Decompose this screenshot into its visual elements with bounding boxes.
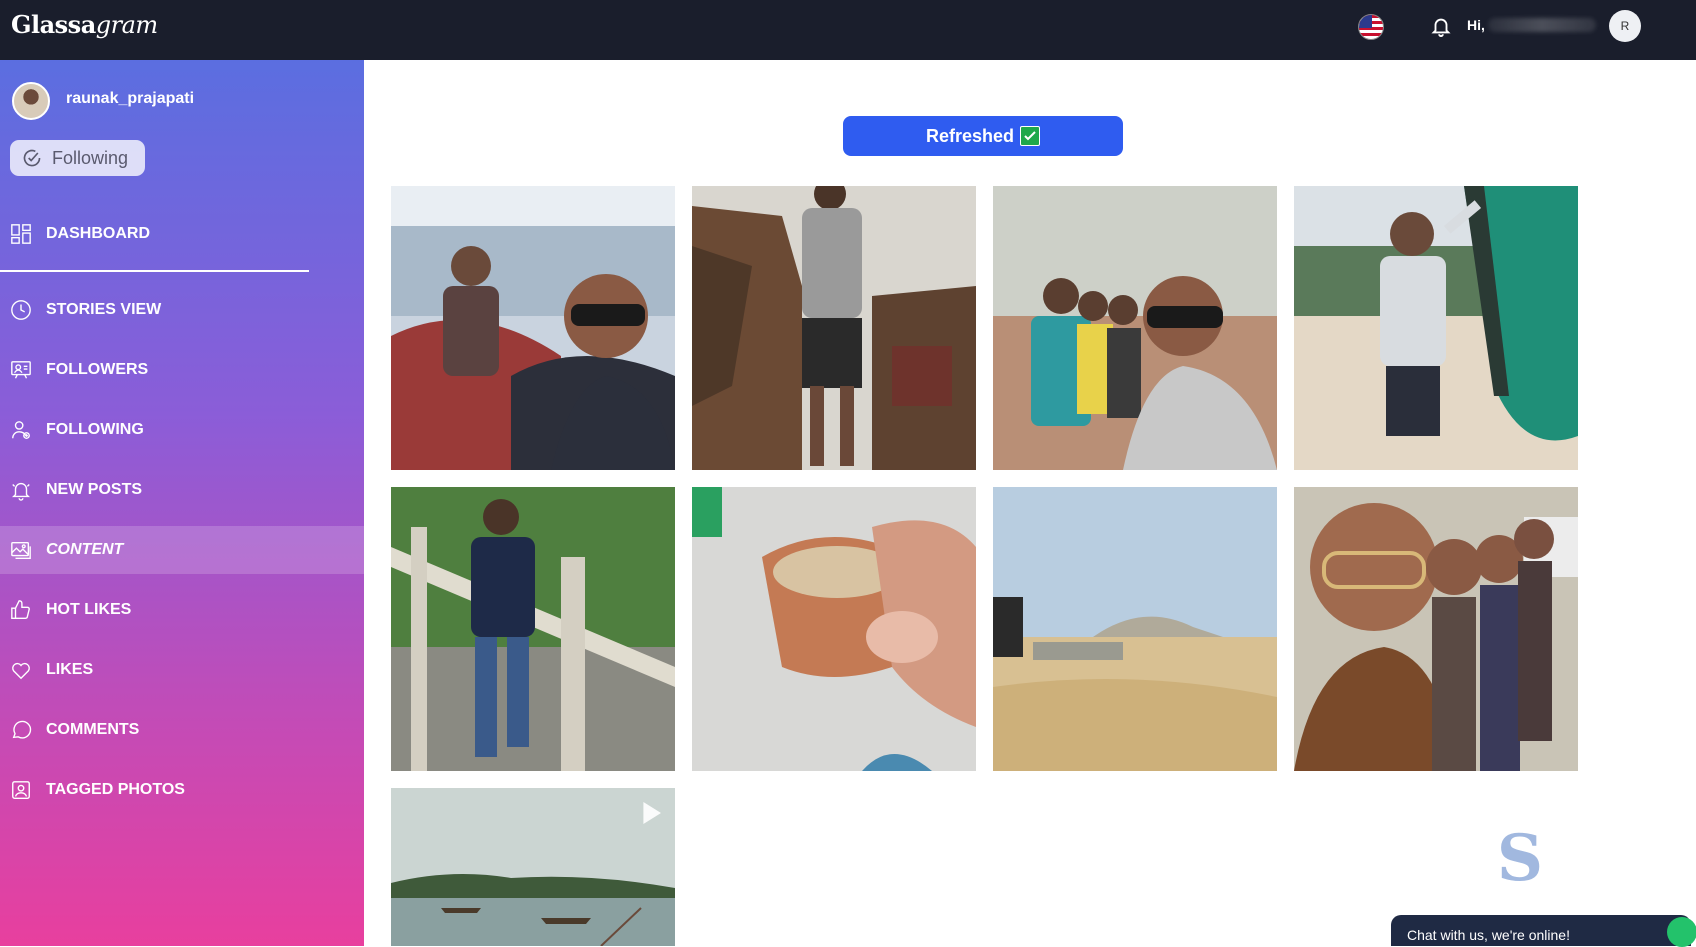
post-thumbnail[interactable] <box>391 487 675 771</box>
sidebar: raunak_prajapati Following DASHBOARD STO… <box>0 60 364 946</box>
post-thumbnail[interactable] <box>692 487 976 771</box>
notification-bell-icon[interactable] <box>1430 14 1452 38</box>
live-chat-widget[interactable]: Chat with us, we're online! <box>1391 915 1696 947</box>
user-add-icon <box>12 421 30 439</box>
heart-icon <box>12 662 30 680</box>
followers-icon <box>11 361 31 379</box>
sidebar-item-comments[interactable]: COMMENTS <box>0 706 364 754</box>
post-thumbnail[interactable] <box>1294 487 1578 771</box>
sidebar-item-hot-likes[interactable]: HOT LIKES <box>0 586 364 634</box>
bell-icon <box>12 482 30 501</box>
post-thumbnail[interactable] <box>993 186 1277 470</box>
profile-avatar[interactable] <box>12 82 50 120</box>
content-area: Refreshed S <box>364 60 1696 946</box>
redacted-user-name <box>1488 18 1596 32</box>
sidebar-item-following[interactable]: FOLLOWING <box>0 406 364 454</box>
post-thumbnail[interactable] <box>692 186 976 470</box>
following-button[interactable]: Following <box>10 140 145 176</box>
sidebar-item-new-posts[interactable]: NEW POSTS <box>0 466 364 514</box>
sidebar-item-tagged-photos[interactable]: TAGGED PHOTOS <box>0 766 364 814</box>
image-icon <box>11 541 31 559</box>
online-status-icon <box>1667 917 1696 947</box>
sidebar-item-dashboard[interactable]: DASHBOARD <box>0 210 364 258</box>
green-check-icon <box>1020 126 1041 146</box>
greeting-text: Hi, <box>1467 17 1485 33</box>
top-bar: Glassagram Hi, R <box>0 0 1696 60</box>
post-thumbnail[interactable] <box>391 788 675 946</box>
sidebar-item-likes[interactable]: LIKES <box>0 646 364 694</box>
check-circle-icon <box>23 149 41 167</box>
post-thumbnail[interactable] <box>993 487 1277 771</box>
app-logo[interactable]: Glassagram <box>11 10 158 39</box>
post-thumbnail[interactable] <box>1294 186 1578 470</box>
tagged-photo-icon <box>12 781 30 799</box>
us-flag-icon[interactable] <box>1358 14 1384 40</box>
user-avatar-button[interactable]: R <box>1609 10 1641 42</box>
profile-username[interactable]: raunak_prajapati <box>66 90 194 108</box>
dashboard-icon <box>11 224 31 244</box>
sidebar-item-stories-view[interactable]: STORIES VIEW <box>0 286 364 334</box>
clock-icon <box>11 300 31 320</box>
thumbs-up-icon <box>11 600 30 619</box>
post-thumbnail[interactable] <box>391 186 675 470</box>
sidebar-item-followers[interactable]: FOLLOWERS <box>0 346 364 394</box>
sidebar-item-content[interactable]: CONTENT <box>0 526 364 574</box>
sidebar-divider <box>0 270 309 272</box>
refreshed-button[interactable]: Refreshed <box>843 116 1123 156</box>
comment-icon <box>12 720 32 739</box>
watermark-logo: S <box>1496 821 1544 896</box>
